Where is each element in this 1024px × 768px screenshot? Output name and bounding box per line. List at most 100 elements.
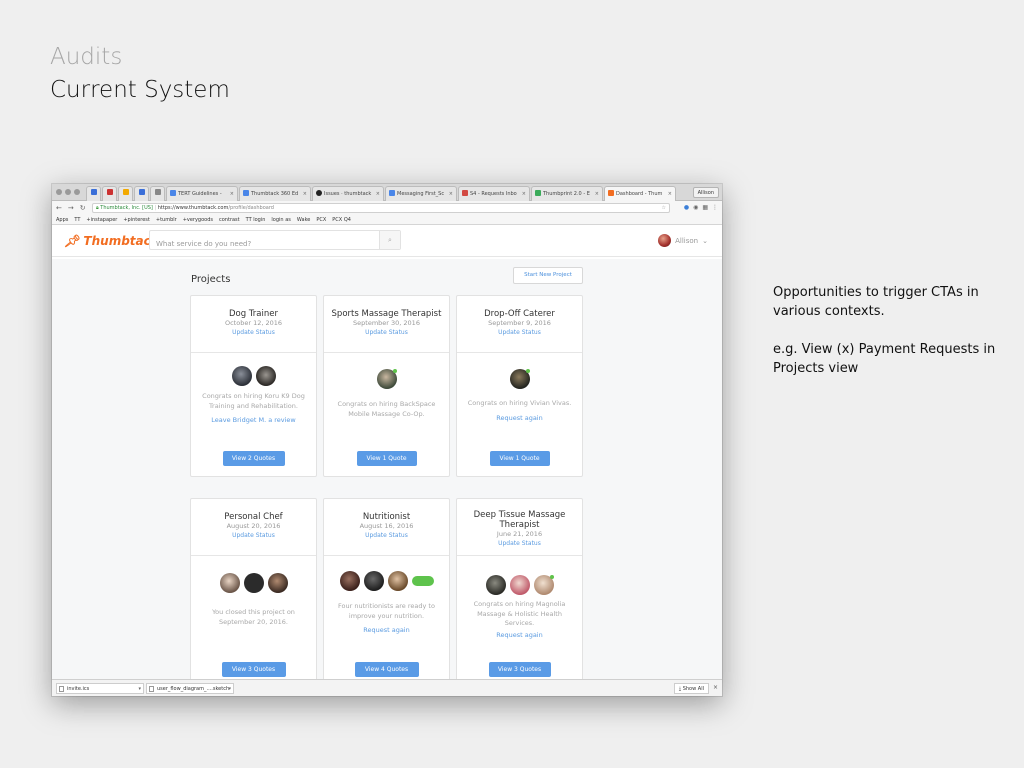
avatar[interactable] [387,571,408,591]
browser-tab[interactable] [86,186,101,201]
show-all-downloads-button[interactable]: ⤓ Show All [673,683,709,694]
card-header: Deep Tissue Massage Therapist June 21, 2… [457,499,582,556]
close-icon[interactable]: × [713,683,718,693]
view-quotes-button[interactable]: View 2 Quotes [222,451,285,466]
update-status-link[interactable]: Update Status [457,328,582,337]
close-tab-icon[interactable]: × [522,191,526,197]
avatar[interactable] [509,575,530,595]
address-bar[interactable]: 🔒︎ Thumbtack, Inc. [US] | https://www.th… [92,203,670,213]
request-again-link[interactable]: Request again [457,414,582,424]
avatar[interactable] [243,573,264,593]
view-quotes-button[interactable]: View 4 Quotes [354,662,419,677]
update-status-link[interactable]: Update Status [324,328,449,337]
avatar[interactable] [376,369,397,389]
close-tab-icon[interactable]: × [376,191,380,197]
browser-tab[interactable]: Thumbprint 2.0 - E × [531,186,603,201]
download-item[interactable]: user_flow_diagram_....sketch ▾ [146,683,234,694]
browser-toolbar: ← → ↻ 🔒︎ Thumbtack, Inc. [US] | https://… [52,201,722,215]
minimize-window-button[interactable] [65,189,71,195]
extension-icon[interactable]: ● [684,204,689,211]
browser-tab[interactable]: Thumbtack 360 Ed × [239,186,311,201]
avatar[interactable] [411,576,434,586]
start-new-project-button[interactable]: Start New Project [513,267,583,284]
update-status-link[interactable]: Update Status [457,539,582,548]
bookmark-item[interactable]: +tumblr [156,217,177,223]
chevron-down-icon[interactable]: ▾ [138,684,141,694]
bookmarks-bar: Apps TT +instapaper +pinterest +tumblr +… [52,215,722,225]
view-quotes-button[interactable]: View 3 Quotes [221,662,286,677]
forward-arrow-icon[interactable]: → [68,204,74,212]
browser-tab[interactable]: Issues · thumbtack × [312,186,384,201]
back-arrow-icon[interactable]: ← [56,204,62,212]
bookmark-item[interactable]: Apps [56,217,68,223]
request-again-link[interactable]: Request again [457,631,582,641]
chevron-down-icon[interactable]: ▾ [228,684,231,694]
close-tab-icon[interactable]: × [230,191,234,197]
tab-strip: TERT Guidelines - × Thumbtack 360 Ed × Iss… [52,184,722,201]
docs-icon [389,190,395,196]
update-status-link[interactable]: Update Status [191,531,316,540]
bookmark-item[interactable]: +instapaper [86,217,117,223]
online-dot [392,369,397,373]
leave-review-link[interactable]: Leave Bridget M. a review [191,416,316,426]
maximize-window-button[interactable] [74,189,80,195]
browser-tab[interactable] [118,186,133,201]
avatar[interactable] [533,575,554,595]
browser-tab[interactable] [134,186,149,201]
browser-tab[interactable] [102,186,117,201]
close-tab-icon[interactable]: × [303,191,307,197]
search-input[interactable] [150,235,378,253]
close-tab-icon[interactable]: × [449,191,453,197]
tab-favicon-icon [138,189,145,195]
browser-tab[interactable] [150,186,165,201]
search-icon[interactable]: ⌕ [379,231,400,249]
close-window-button[interactable] [56,189,62,195]
avatar[interactable] [509,369,530,389]
bookmark-item[interactable]: TT [74,217,80,223]
extension-icon[interactable]: ▦ [702,204,708,211]
avatar[interactable] [363,571,384,591]
user-menu[interactable]: Allison ⌄ [658,234,708,247]
view-quotes-button[interactable]: View 1 Quote [489,451,550,466]
view-quotes-button[interactable]: View 1 Quote [356,451,417,466]
browser-tab[interactable]: S4 - Requests Inbo × [458,186,530,201]
avatar[interactable] [485,575,506,595]
project-card: Drop-Off Caterer September 9, 2016 Updat… [456,295,583,477]
bookmark-item[interactable]: contrast [219,217,240,223]
project-card: Dog Trainer October 12, 2016 Update Stat… [190,295,317,477]
avatar[interactable] [231,366,252,386]
browser-tab[interactable]: Messaging First_Sc × [385,186,457,201]
tab-label: S4 - Requests Inbo [470,191,517,197]
avatar[interactable] [339,571,360,591]
menu-dots-icon[interactable]: ⋮ [712,204,718,211]
close-tab-icon[interactable]: × [668,191,672,197]
bookmark-item[interactable]: PCX Q4 [332,217,351,223]
request-again-link[interactable]: Request again [324,626,449,636]
close-tab-icon[interactable]: × [595,191,599,197]
browser-tab-active[interactable]: Dashboard - Thum × [604,186,676,201]
tab-label: Dashboard - Thum [616,191,663,197]
avatar[interactable] [219,573,240,593]
thumbtack-logo[interactable]: 📌︎ Thumbtack [64,234,159,248]
reload-icon[interactable]: ↻ [80,204,86,212]
bookmark-item[interactable]: PCX [316,217,326,223]
github-icon [316,190,322,196]
download-item[interactable]: invite.ics ▾ [56,683,144,694]
card-body: Congrats on hiring BackSpace Mobile Mass… [324,369,449,419]
bookmark-item[interactable]: login as [271,217,290,223]
browser-profile-button[interactable]: Allison [692,187,719,198]
avatar[interactable] [267,573,288,593]
extension-icon[interactable]: ◉ [693,204,698,211]
update-status-link[interactable]: Update Status [324,531,449,540]
bookmark-star-icon[interactable]: ☆ [662,204,666,212]
project-name: Drop-Off Caterer [484,309,555,319]
bookmark-item[interactable]: TT login [246,217,266,223]
avatar[interactable] [255,366,276,386]
bookmark-item[interactable]: +pinterest [123,217,150,223]
bookmark-item[interactable]: +verygoods [183,217,213,223]
view-quotes-button[interactable]: View 3 Quotes [488,662,551,677]
bookmark-item[interactable]: Wake [297,217,310,223]
browser-tab[interactable]: TERT Guidelines - × [166,186,238,201]
project-name: Deep Tissue Massage Therapist [473,510,566,530]
update-status-link[interactable]: Update Status [191,328,316,337]
